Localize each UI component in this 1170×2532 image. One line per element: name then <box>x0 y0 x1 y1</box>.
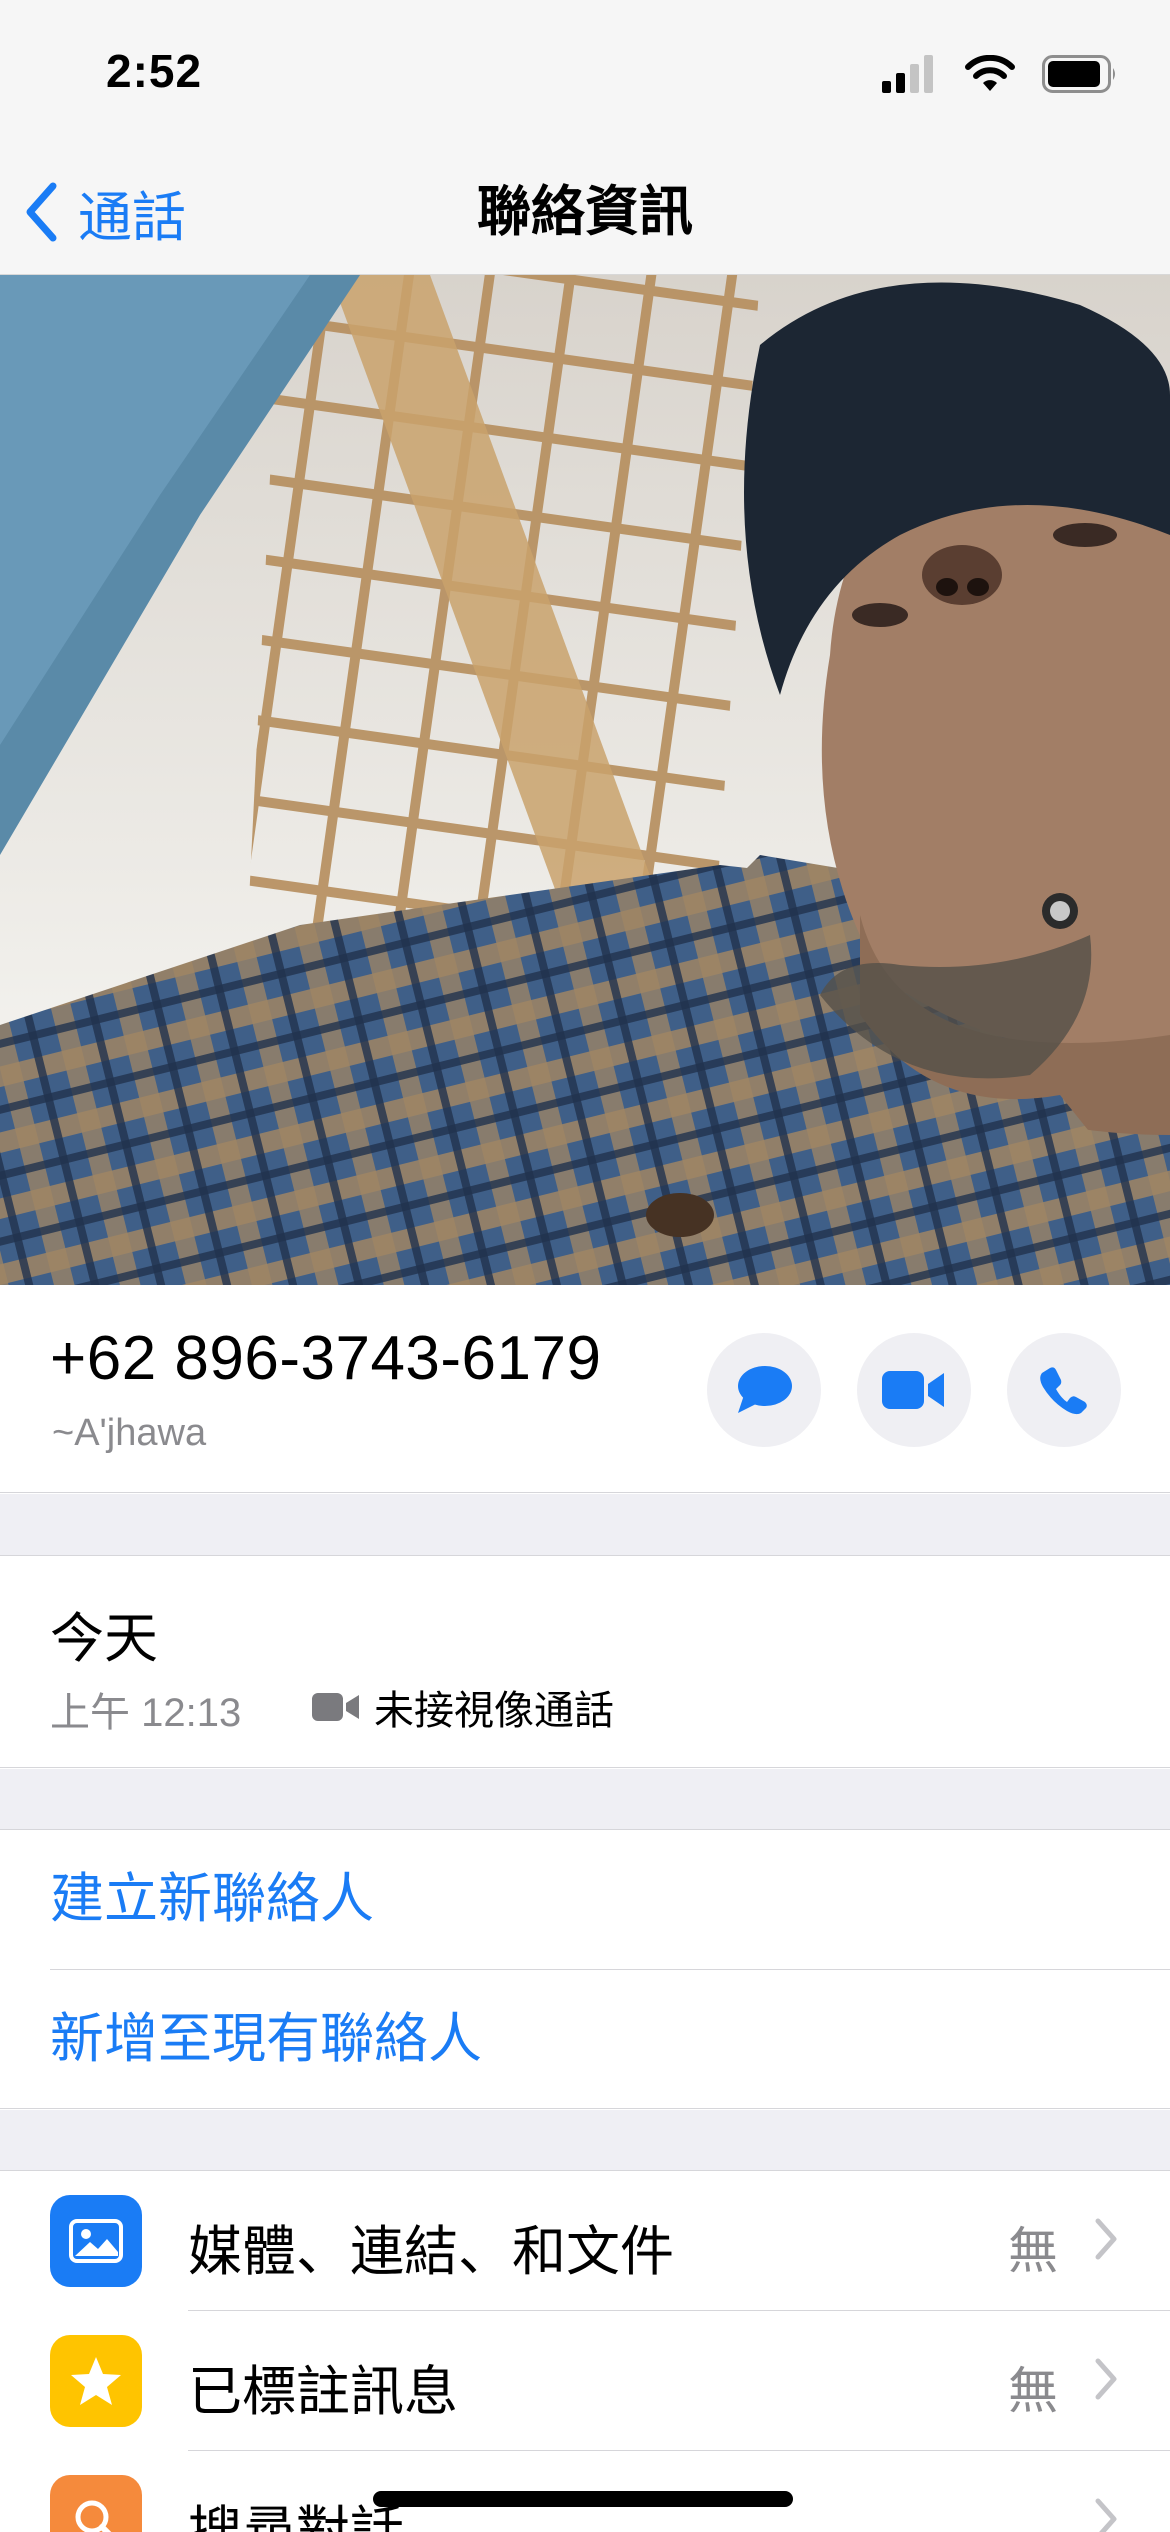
call-log-type: 未接視像通話 <box>312 1678 614 1736</box>
setting-label: 媒體、連結、和文件 <box>188 2222 674 2282</box>
call-log-time: 上午 12:13 <box>50 1691 242 1735</box>
call-log: 今天 上午 12:13 未接視像通話 <box>0 1555 1170 1768</box>
chevron-right-icon <box>1095 2498 1117 2532</box>
contact-nickname: ~A'jhawa <box>52 1412 207 1454</box>
battery-icon <box>1042 55 1115 93</box>
group-separator <box>0 2110 1170 2170</box>
phone-icon <box>1040 1367 1087 1415</box>
video-call-button[interactable] <box>857 1333 971 1447</box>
star-icon <box>50 2335 142 2427</box>
video-camera-icon <box>312 1693 359 1721</box>
status-bar: 2:52 <box>0 0 1170 150</box>
search-icon <box>50 2475 142 2532</box>
message-button[interactable] <box>707 1333 821 1447</box>
contact-actions: 建立新聯絡人 新增至現有聯絡人 <box>0 1829 1170 2109</box>
status-time: 2:52 <box>106 45 203 97</box>
create-new-contact-button[interactable]: 建立新聯絡人 <box>50 1830 1170 1969</box>
chevron-right-icon <box>1095 2218 1117 2260</box>
contact-phone-number: +62 896-3743-6179 <box>50 1324 602 1393</box>
starred-messages-row[interactable]: 已標註訊息 無 <box>0 2311 1170 2451</box>
media-links-docs-row[interactable]: 媒體、連結、和文件 無 <box>0 2171 1170 2311</box>
home-indicator[interactable] <box>373 2491 793 2507</box>
contact-header: +62 896-3743-6179 ~A'jhawa <box>0 1285 1170 1493</box>
wifi-icon <box>965 55 1015 91</box>
call-log-type-label: 未接視像通話 <box>374 1689 614 1733</box>
voice-call-button[interactable] <box>1007 1333 1121 1447</box>
setting-value: 無 <box>1008 2363 1058 2419</box>
page-title: 聯絡資訊 <box>477 182 693 242</box>
status-icons <box>882 52 1118 96</box>
cellular-signal-icon <box>882 55 933 93</box>
chevron-right-icon <box>1095 2358 1117 2400</box>
group-separator <box>0 1494 1170 1555</box>
setting-label: 搜尋對話 <box>188 2502 404 2532</box>
photo-icon <box>50 2195 142 2287</box>
settings-list: 媒體、連結、和文件 無 已標註訊息 無 搜尋對話 <box>0 2170 1170 2532</box>
group-separator <box>0 1769 1170 1829</box>
profile-photo-image <box>0 275 1170 1285</box>
contact-photo[interactable] <box>0 275 1170 1285</box>
video-camera-icon <box>882 1371 944 1409</box>
call-log-day: 今天 <box>50 1609 158 1669</box>
message-bubble-icon <box>738 1366 792 1413</box>
add-to-existing-contact-button[interactable]: 新增至現有聯絡人 <box>50 1970 1170 2109</box>
setting-label: 已標註訊息 <box>188 2362 458 2422</box>
setting-value: 無 <box>1008 2223 1058 2279</box>
nav-bar: 通話 聯絡資訊 <box>0 150 1170 275</box>
